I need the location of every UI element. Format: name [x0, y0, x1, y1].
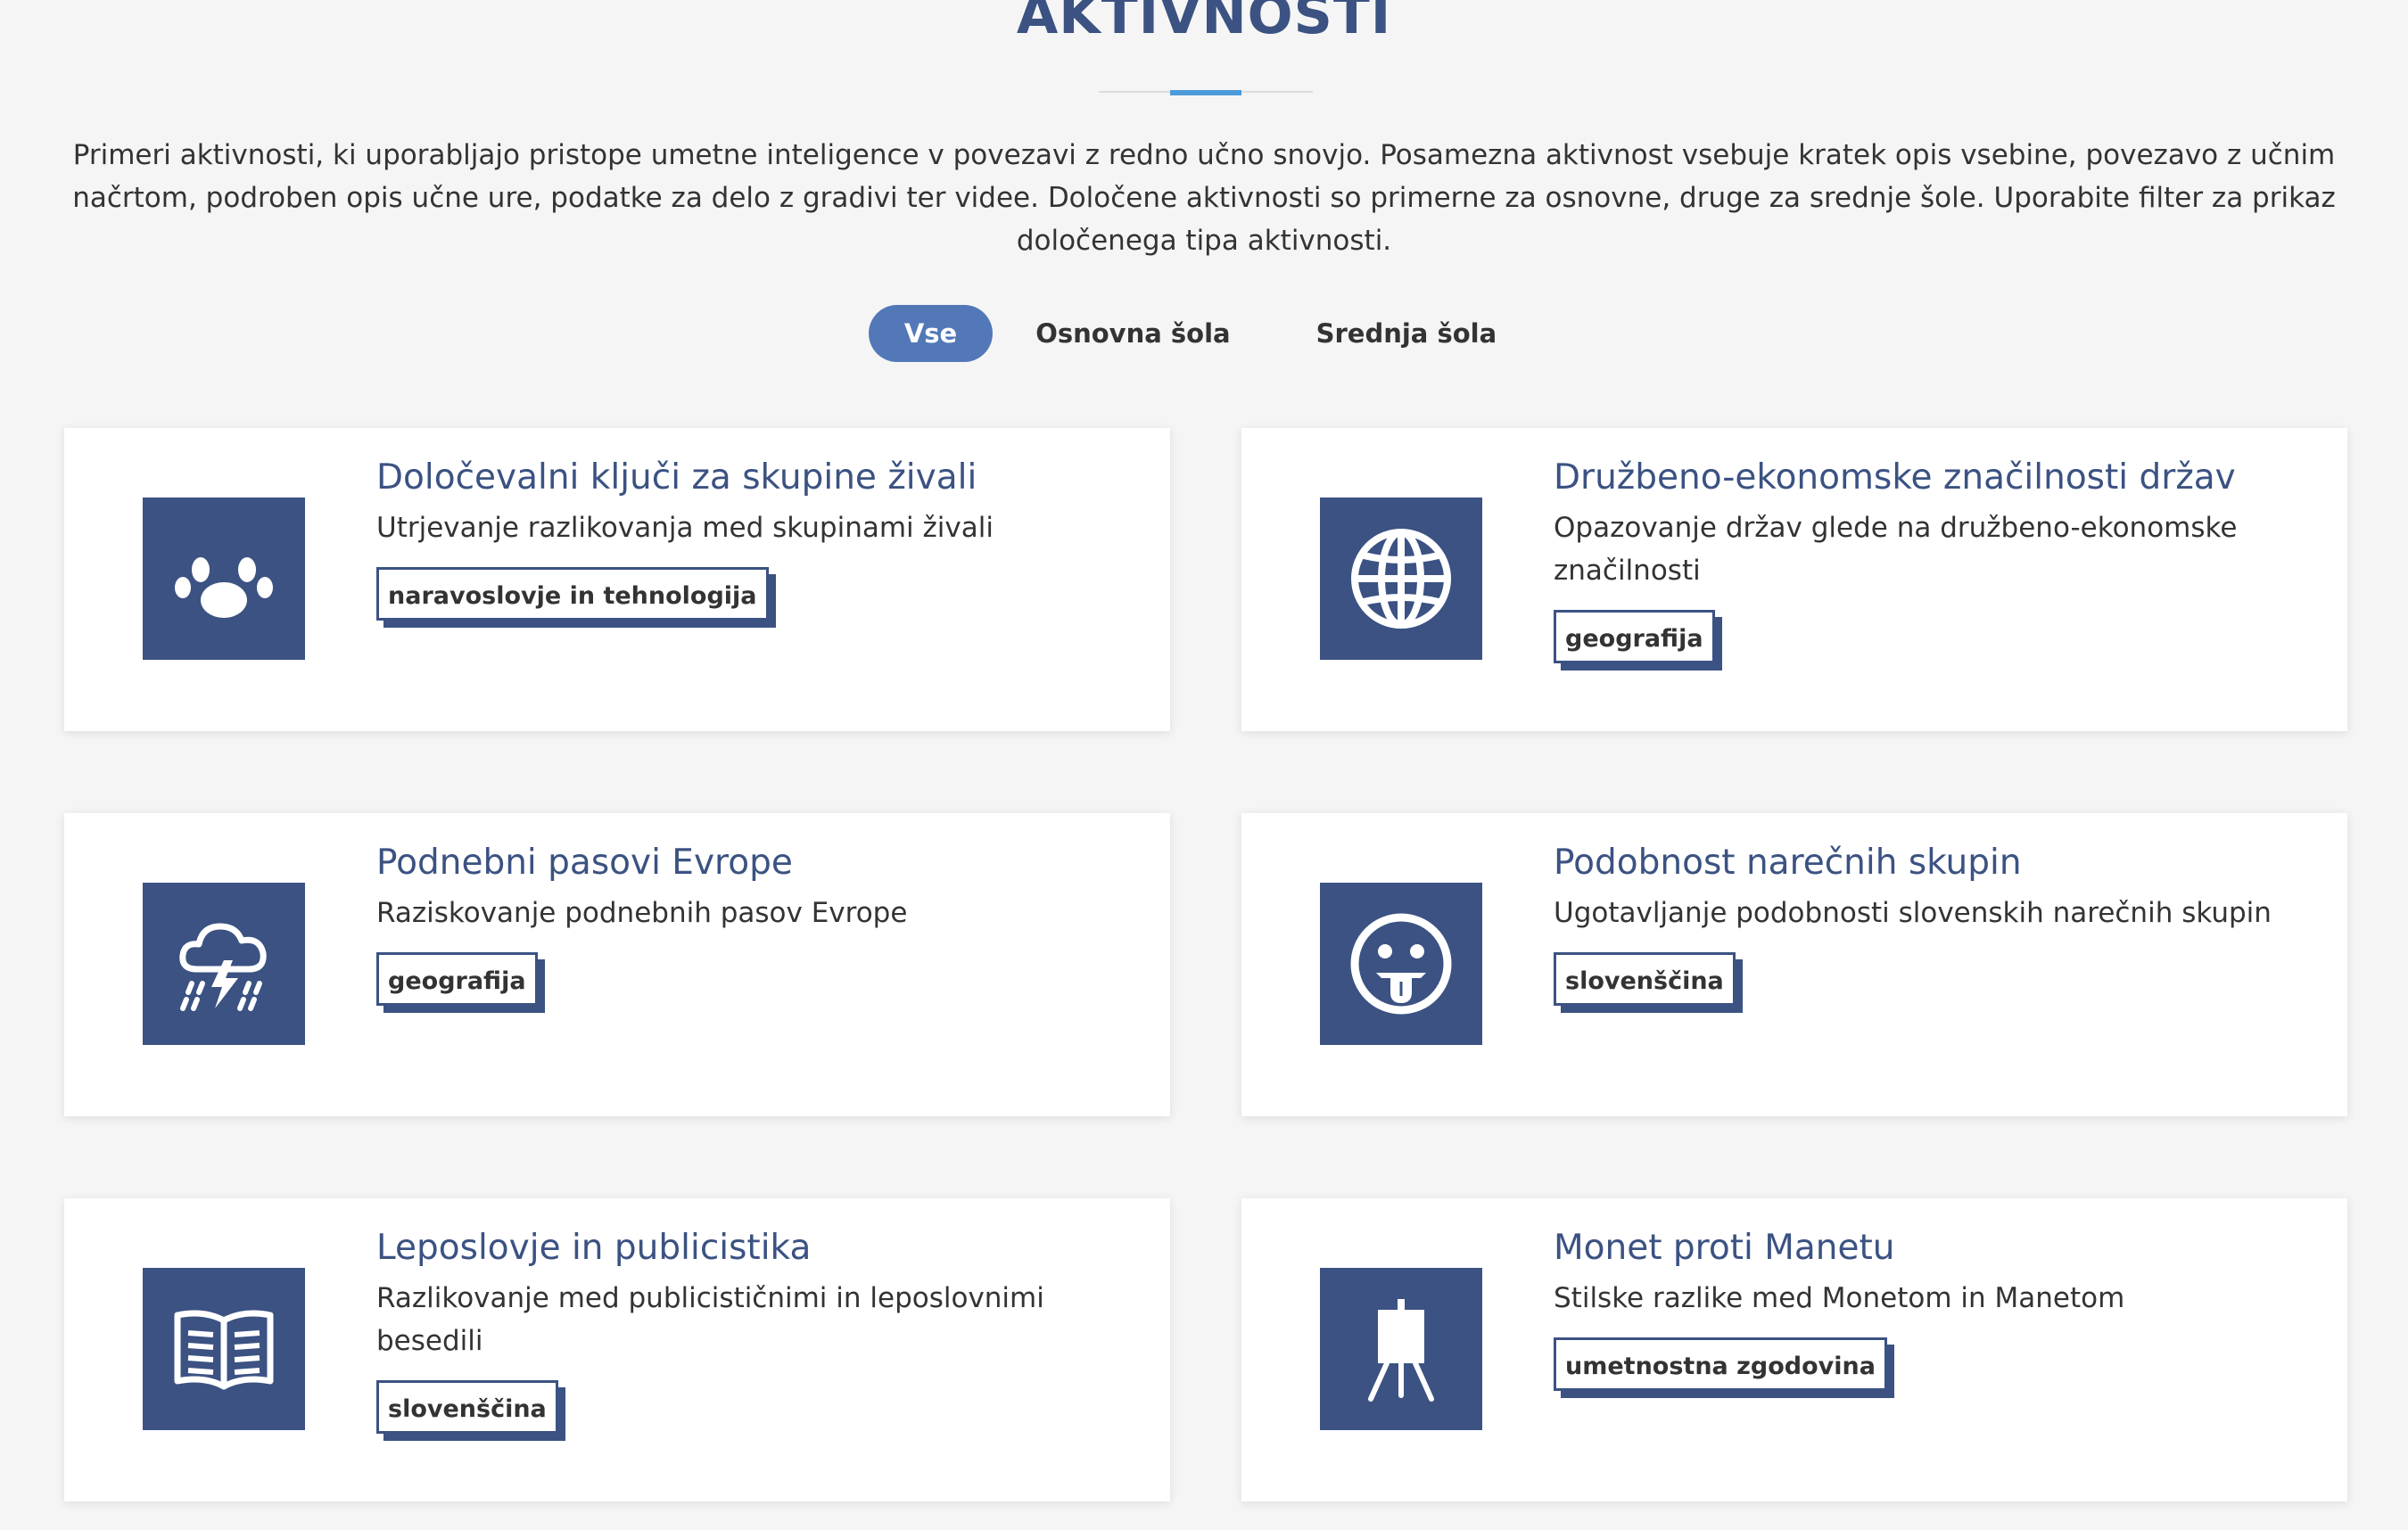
card-description: Razlikovanje med publicističnimi in lepo… — [376, 1282, 1044, 1357]
filter-secondary-school-button[interactable]: Srednja šola — [1274, 305, 1540, 362]
subject-tag[interactable]: geografija — [376, 952, 545, 1013]
card-title[interactable]: Družbeno-ekonomske značilnosti držav — [1554, 453, 2312, 503]
activity-card[interactable]: Leposlovje in publicistika Razlikovanje … — [64, 1198, 1170, 1501]
subject-tag-label: umetnostna zgodovina — [1554, 1337, 1887, 1391]
open-book-icon — [143, 1268, 305, 1430]
subject-tag[interactable]: naravoslovje in tehnologija — [376, 567, 776, 628]
card-description: Raziskovanje podnebnih pasov Evrope — [376, 897, 908, 929]
subject-tag-label: geografija — [1554, 610, 1715, 663]
subject-tag-label: geografija — [376, 952, 538, 1006]
easel-icon — [1320, 1268, 1482, 1430]
subject-tag[interactable]: umetnostna zgodovina — [1554, 1337, 1894, 1398]
card-description: Utrjevanje razlikovanja med skupinami ži… — [376, 512, 994, 544]
subject-tag[interactable]: geografija — [1554, 610, 1722, 670]
subject-tag[interactable]: slovenščina — [376, 1380, 565, 1441]
filter-primary-school-button[interactable]: Osnovna šola — [993, 305, 1273, 362]
activity-card[interactable]: Družbeno-ekonomske značilnosti držav Opa… — [1241, 428, 2347, 731]
tongue-smiley-icon — [1320, 883, 1482, 1045]
subject-tag[interactable]: slovenščina — [1554, 952, 1743, 1013]
globe-icon — [1320, 498, 1482, 660]
storm-cloud-icon — [143, 883, 305, 1045]
subject-tag-label: slovenščina — [376, 1380, 558, 1434]
paw-icon — [143, 498, 305, 660]
card-title[interactable]: Določevalni ključi za skupine živali — [376, 453, 1134, 503]
intro-text: Primeri aktivnosti, ki uporabljajo prist… — [72, 139, 2336, 257]
subject-tag-label: naravoslovje in tehnologija — [376, 567, 769, 621]
card-description: Stilske razlike med Monetom in Manetom — [1554, 1282, 2125, 1314]
card-title[interactable]: Podnebni pasovi Evrope — [376, 838, 1134, 888]
card-description: Ugotavljanje podobnosti slovenskih nareč… — [1554, 897, 2272, 929]
card-title[interactable]: Leposlovje in publicistika — [376, 1223, 1134, 1273]
activity-card[interactable]: Podobnost narečnih skupin Ugotavljanje p… — [1241, 813, 2347, 1116]
title-divider-accent — [1170, 90, 1241, 95]
activity-card[interactable]: Podnebni pasovi Evrope Raziskovanje podn… — [64, 813, 1170, 1116]
activity-card[interactable]: Določevalni ključi za skupine živali Utr… — [64, 428, 1170, 731]
page-title: AKTIVNOSTI — [1016, 0, 1392, 46]
filter-all-button[interactable]: Vse — [868, 305, 994, 362]
subject-tag-label: slovenščina — [1554, 952, 1736, 1006]
activity-card[interactable]: Monet proti Manetu Stilske razlike med M… — [1241, 1198, 2347, 1501]
card-title[interactable]: Monet proti Manetu — [1554, 1223, 2312, 1273]
filter-bar: Vse Osnovna šola Srednja šola — [0, 305, 2408, 362]
card-description: Opazovanje držav glede na družbeno-ekono… — [1554, 512, 2238, 587]
card-title[interactable]: Podobnost narečnih skupin — [1554, 838, 2312, 888]
